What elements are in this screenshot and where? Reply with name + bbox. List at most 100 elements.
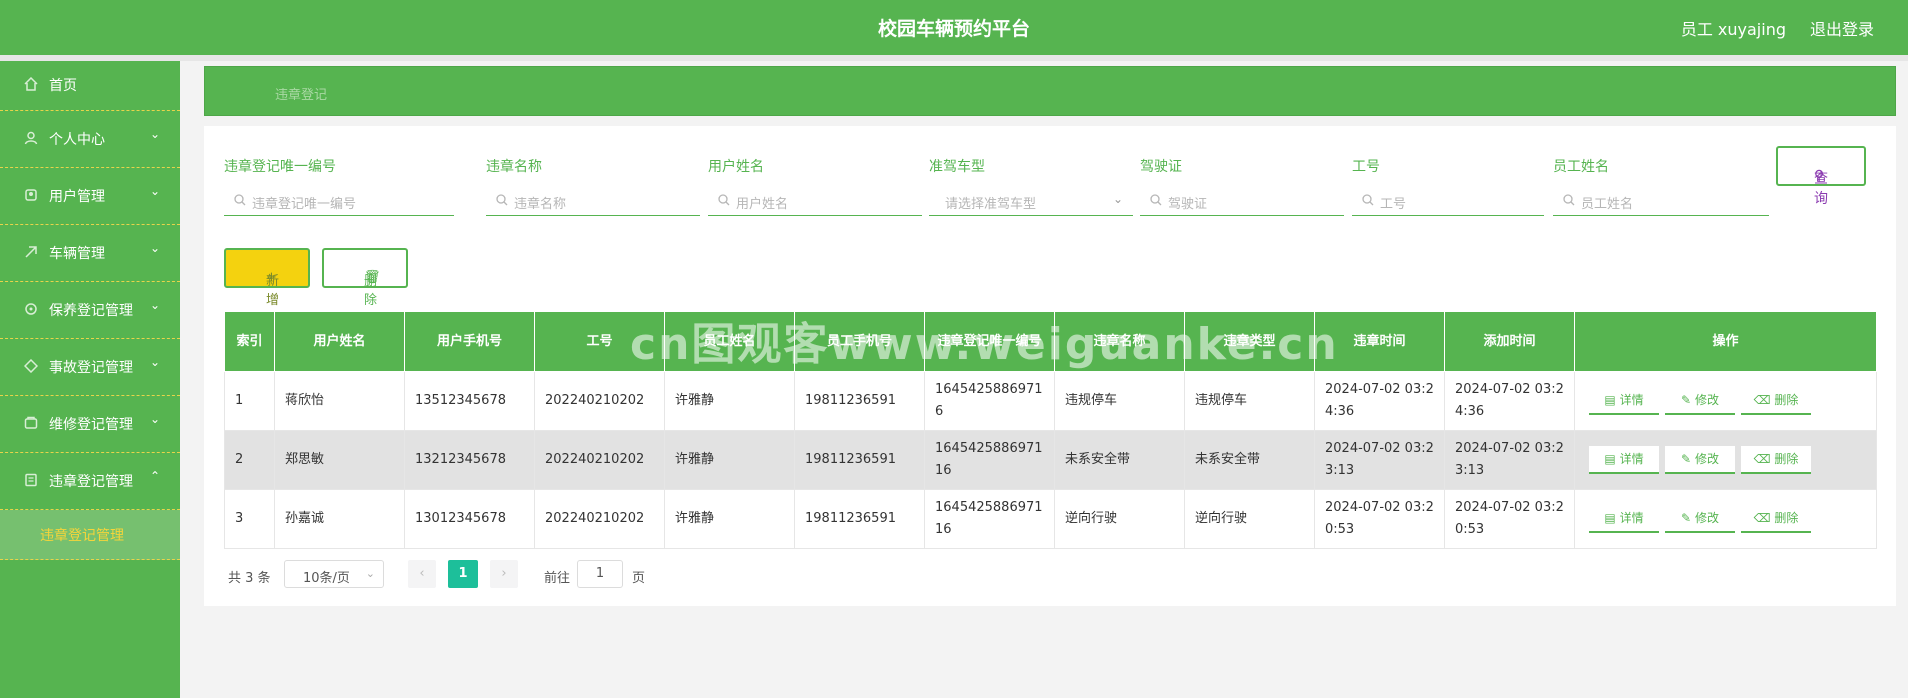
input-placeholder: 工号 — [1380, 197, 1407, 212]
detail-button[interactable]: ▤ 详情 — [1589, 505, 1659, 533]
logout-link[interactable]: 退出登录 — [1810, 16, 1874, 40]
pencil-icon: ✎ — [1681, 511, 1692, 525]
filter-label-violation-name: 违章名称 — [486, 159, 542, 175]
table-cell: 13212345678 — [404, 430, 535, 490]
chevron-right-icon: › — [501, 566, 507, 581]
prev-page-button[interactable]: ‹ — [408, 560, 436, 588]
sidebar-item-label: 车辆管理 — [49, 246, 105, 262]
top-bar: 校园车辆预约平台 员工 xuyajing 退出登录 — [0, 0, 1908, 55]
filter-label-license: 驾驶证 — [1140, 159, 1182, 175]
input-placeholder: 违章登记唯一编号 — [252, 197, 357, 212]
delete-button[interactable]: ⌫ 删除 — [1741, 387, 1811, 415]
column-header: 工号 — [534, 311, 665, 372]
page-size-select[interactable]: 10条/页 ⌄ — [284, 560, 384, 588]
vehicle-class-select[interactable]: 请选择准驾车型 ⌄ — [929, 186, 1133, 216]
document-icon: ▤ — [1604, 511, 1616, 525]
violation-id-input[interactable]: 违章登记唯一编号 — [224, 186, 454, 216]
chevron-down-icon: ⌄ — [149, 412, 160, 426]
column-header: 索引 — [224, 311, 275, 372]
total-count: 共 3 条 — [228, 571, 271, 586]
sidebar-item-home[interactable]: 首页 — [0, 61, 180, 111]
column-header: 违章登记唯一编号 — [924, 311, 1055, 372]
edit-button[interactable]: ✎ 修改 — [1665, 505, 1735, 533]
trash-icon: ⌫ — [1753, 393, 1771, 407]
table-row: 1 蒋欣怡 13512345678 202240210202 许雅静 19811… — [224, 371, 1877, 431]
table-cell: 19811236591 — [794, 371, 925, 431]
detail-button[interactable]: ▤ 详情 — [1589, 387, 1659, 415]
table-cell: 未系安全带 — [1184, 430, 1315, 490]
table-cell: 164542588697116 — [924, 430, 1055, 490]
sidebar-item-vehicles[interactable]: 车辆管理 ⌄ — [0, 225, 180, 282]
sidebar-item-personal[interactable]: 个人中心 ⌄ — [0, 111, 180, 168]
search-icon — [1362, 194, 1374, 206]
table-cell: 2024-07-02 03:24:36 — [1314, 371, 1445, 431]
violation-name-input[interactable]: 违章名称 — [486, 186, 700, 216]
table-cell: 逆向行驶 — [1184, 489, 1315, 549]
row-actions: ▤ 详情 ✎ 修改 ⌫ 删除 — [1574, 430, 1877, 490]
sidebar: 首页 个人中心 ⌄ 用户管理 ⌄ 车辆管理 ⌄ 保养登记管理 ⌄ 事故登记管理 … — [0, 61, 180, 698]
user-icon — [24, 131, 38, 145]
sidebar-item-users[interactable]: 用户管理 ⌄ — [0, 168, 180, 225]
delete-button[interactable]: ⌫ 删除 — [1741, 505, 1811, 533]
query-button[interactable]: 查询 ⚲ — [1776, 146, 1866, 207]
table-cell: 许雅静 — [664, 489, 795, 549]
sidebar-item-violations[interactable]: 违章登记管理 ⌃ — [0, 453, 180, 510]
sidebar-item-maintenance[interactable]: 保养登记管理 ⌄ — [0, 282, 180, 339]
page-number-current[interactable]: 1 — [448, 560, 478, 588]
edit-button[interactable]: ✎ 修改 — [1665, 387, 1735, 415]
delete-button[interactable]: ⌫ 删除 — [1741, 446, 1811, 474]
search-icon — [496, 194, 508, 206]
wrench-icon — [24, 302, 38, 316]
user-name-input[interactable]: 用户姓名 — [708, 186, 922, 216]
table-cell: 2024-07-02 03:20:53 — [1314, 489, 1445, 549]
column-header: 员工手机号 — [794, 311, 925, 372]
goto-label: 前往 — [544, 571, 571, 586]
table-cell: 202240210202 — [534, 371, 665, 431]
sidebar-item-repairs[interactable]: 维修登记管理 ⌄ — [0, 396, 180, 453]
batch-delete-button[interactable]: 🗑 删除 — [322, 248, 408, 308]
chevron-left-icon: ‹ — [419, 566, 425, 581]
home-icon — [24, 76, 38, 91]
breadcrumb-current[interactable]: 违章登记 — [275, 84, 327, 103]
tool-icon — [24, 416, 38, 430]
edit-button[interactable]: ✎ 修改 — [1665, 446, 1735, 474]
goto-page-input[interactable]: 1 — [577, 560, 623, 588]
table-cell: 违规停车 — [1054, 371, 1185, 431]
search-icon — [1563, 194, 1575, 206]
table-cell: 3 — [224, 489, 275, 549]
add-button[interactable]: + 新增 — [224, 248, 310, 308]
employee-name-input[interactable]: 员工姓名 — [1553, 186, 1769, 216]
sidebar-item-label: 保养登记管理 — [49, 303, 133, 319]
car-icon — [24, 245, 38, 259]
license-input[interactable]: 驾驶证 — [1140, 186, 1344, 216]
column-header: 用户姓名 — [274, 311, 405, 372]
filter-label-user-name: 用户姓名 — [708, 159, 764, 175]
detail-button[interactable]: ▤ 详情 — [1589, 446, 1659, 474]
main-panel: 违章登记唯一编号 违章名称 用户姓名 准驾车型 驾驶证 工号 员工姓名 违章登记… — [204, 126, 1896, 606]
search-icon: ⚲ — [1814, 168, 1825, 184]
sidebar-subitem-violation-management[interactable]: 违章登记管理 — [0, 510, 180, 560]
column-header: 添加时间 — [1444, 311, 1575, 372]
column-header: 操作 — [1574, 311, 1877, 372]
current-user: 员工 xuyajing — [1680, 20, 1786, 39]
input-placeholder: 用户姓名 — [736, 197, 789, 212]
row-actions: ▤ 详情 ✎ 修改 ⌫ 删除 — [1574, 371, 1877, 431]
table-cell: 孙嘉诚 — [274, 489, 405, 549]
sidebar-item-accidents[interactable]: 事故登记管理 ⌄ — [0, 339, 180, 396]
page-label: 页 — [632, 571, 646, 586]
chevron-down-icon: ⌄ — [149, 127, 160, 141]
employee-id-input[interactable]: 工号 — [1352, 186, 1544, 216]
next-page-button[interactable]: › — [490, 560, 518, 588]
table-cell: 13012345678 — [404, 489, 535, 549]
column-header: 违章名称 — [1054, 311, 1185, 372]
search-icon — [1150, 194, 1162, 206]
table-cell: 202240210202 — [534, 489, 665, 549]
input-placeholder: 员工姓名 — [1581, 197, 1634, 212]
column-header: 违章时间 — [1314, 311, 1445, 372]
app-title: 校园车辆预约平台 — [877, 18, 1030, 40]
ticket-icon — [24, 473, 38, 487]
table-cell: 未系安全带 — [1054, 430, 1185, 490]
trash-icon: ⌫ — [1753, 511, 1771, 525]
table-header-row: 索引 用户姓名 用户手机号 工号 员工姓名 员工手机号 违章登记唯一编号 违章名… — [224, 311, 1877, 372]
sidebar-item-label: 首页 — [49, 78, 77, 94]
